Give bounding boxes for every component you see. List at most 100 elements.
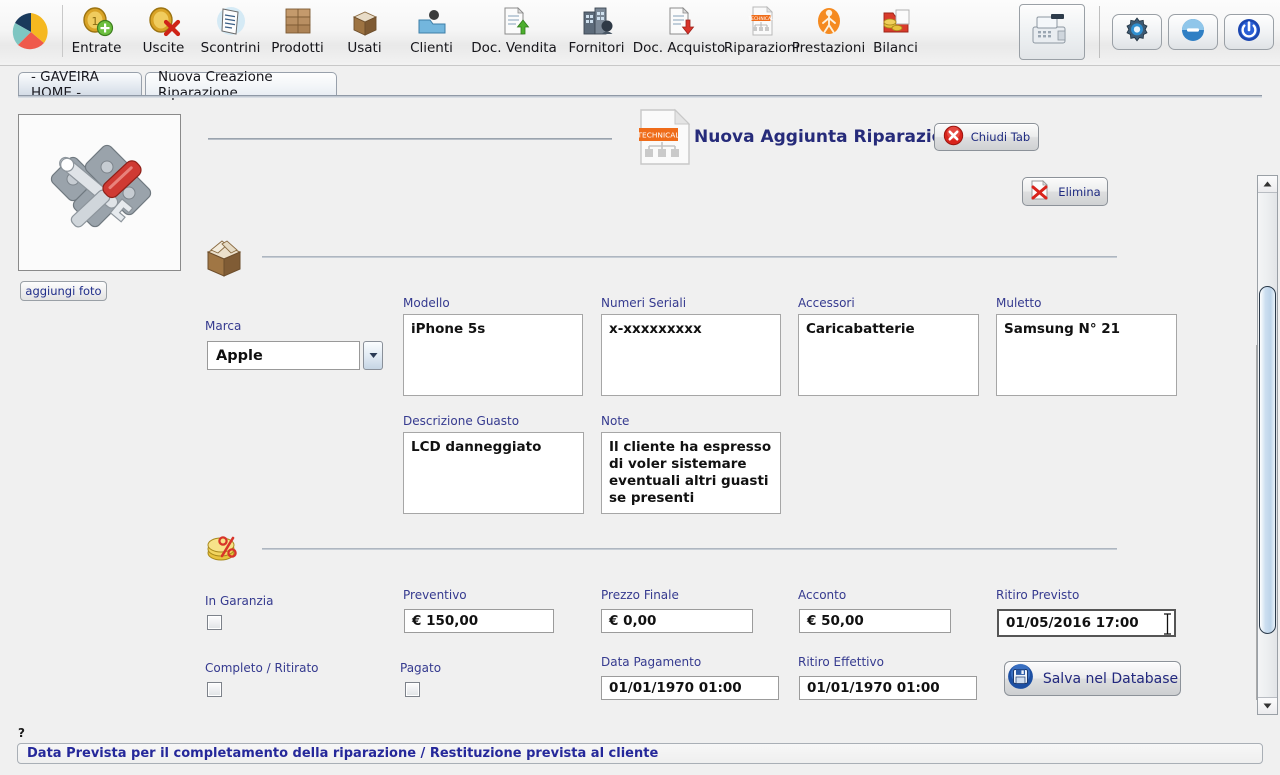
settings-button[interactable] (1112, 14, 1162, 50)
floppy-disk-icon (1007, 663, 1034, 694)
toolbar-item-doc-acquisto[interactable]: Doc. Acquisto (630, 0, 728, 62)
receipt-icon (214, 3, 248, 39)
acconto-field[interactable]: € 50,00 (799, 609, 951, 633)
payment-section-rule (262, 548, 1117, 550)
tab-bar: - GAVEIRA HOME - Nuova Creazione Riparaz… (0, 66, 1280, 101)
toolbar-items: 1 Entrate Uscite Scontrini Prodotti Usat… (63, 0, 929, 64)
toolbar-item-label: Riparazioni (723, 40, 800, 56)
scrollbar-thumb[interactable] (1259, 286, 1276, 634)
scroll-up-icon[interactable] (1258, 176, 1277, 193)
note-field[interactable]: Il cliente ha espresso di voler sistemar… (601, 432, 781, 514)
save-label: Salva nel Database (1042, 670, 1179, 687)
application-window: 1 Entrate Uscite Scontrini Prodotti Usat… (0, 0, 1280, 775)
technical-document-icon: TECHNICAL (745, 3, 779, 39)
status-bar: Data Prevista per il completamento della… (17, 743, 1263, 764)
toolbar-item-uscite[interactable]: Uscite (130, 0, 197, 62)
toolbar-item-bilanci[interactable]: Bilanci (862, 0, 929, 62)
marca-combobox[interactable]: Apple (207, 341, 383, 370)
tab-gaveira-home[interactable]: - GAVEIRA HOME - (18, 69, 142, 101)
chevron-down-icon[interactable] (363, 341, 383, 370)
toolbar-item-prestazioni[interactable]: Prestazioni (791, 0, 866, 62)
descrizione-guasto-field[interactable]: LCD danneggiato (403, 432, 584, 514)
boxes-stack-icon (281, 3, 315, 39)
scroll-down-icon[interactable] (1258, 697, 1277, 714)
toolbar-item-label: Bilanci (873, 40, 918, 56)
toolbar-item-label: Fornitori (568, 40, 625, 56)
cash-register-button[interactable] (1019, 4, 1085, 60)
toolbar-item-label: Doc. Acquisto (632, 40, 726, 56)
page-delete-icon (1029, 179, 1051, 205)
tab-nuova-creazione-riparazione[interactable]: Nuova Creazione Riparazione (145, 69, 337, 101)
wrench-screwdriver-tools-icon (34, 128, 166, 258)
note-label: Note (601, 414, 630, 428)
ritiro-effettivo-label: Ritiro Effettivo (798, 655, 884, 669)
help-marker: ? (18, 726, 25, 740)
toolbar-divider (1099, 6, 1100, 58)
open-box-icon (348, 3, 382, 39)
toolbar-item-usati[interactable]: Usati (331, 0, 398, 62)
add-photo-button[interactable]: aggiungi foto (20, 281, 107, 301)
svg-text:TECHNICAL: TECHNICAL (747, 16, 773, 22)
toolbar-item-clienti[interactable]: Clienti (398, 0, 465, 62)
clients-folder-icon (415, 3, 449, 39)
page-title: Nuova Aggiunta Riparazione (694, 127, 967, 147)
app-logo (0, 0, 62, 64)
orange-person-icon (812, 3, 846, 39)
delete-label: Elimina (1058, 184, 1101, 199)
header-rule (208, 138, 612, 140)
close-tab-label: Chiudi Tab (970, 130, 1031, 144)
toolbar-item-prodotti[interactable]: Prodotti (264, 0, 331, 62)
vertical-scrollbar[interactable] (1257, 175, 1278, 715)
technical-document-icon: TECHNICAL (637, 108, 693, 170)
device-section-rule (262, 256, 1117, 258)
toolbar-item-label: Entrate (71, 40, 122, 56)
marca-label: Marca (205, 319, 242, 333)
toolbar-item-riparazioni[interactable]: TECHNICAL Riparazioni (724, 0, 799, 62)
close-tab-button[interactable]: Chiudi Tab (934, 123, 1039, 151)
toolbar-item-label: Usati (347, 40, 382, 56)
toolbar-item-label: Uscite (142, 40, 185, 56)
accessori-field[interactable]: Caricabatterie (798, 314, 979, 396)
numeri-seriali-label: Numeri Seriali (601, 296, 687, 310)
ritiro-effettivo-field[interactable]: 01/01/1970 01:00 (799, 676, 977, 700)
text-cursor-icon (1162, 613, 1173, 639)
coin-delete-icon (147, 3, 181, 39)
toolbar-item-scontrini[interactable]: Scontrini (197, 0, 264, 62)
prezzo-finale-label: Prezzo Finale (601, 588, 679, 602)
suppliers-icon (580, 3, 614, 39)
toolbar-item-label: Clienti (410, 40, 453, 56)
acconto-label: Acconto (798, 588, 847, 602)
delete-button[interactable]: Elimina (1022, 177, 1108, 206)
red-x-circle-icon (943, 125, 964, 150)
toolbar-item-label: Doc. Vendita (471, 40, 557, 56)
document-down-icon (662, 3, 696, 39)
completo-ritirato-checkbox[interactable] (207, 682, 222, 697)
document-up-icon (497, 3, 531, 39)
tab-underline (18, 95, 1262, 98)
ritiro-previsto-field[interactable]: 01/05/2016 17:00 (997, 609, 1176, 637)
muletto-field[interactable]: Samsung N° 21 (996, 314, 1177, 396)
add-photo-label: aggiungi foto (25, 284, 102, 298)
toolbar-item-entrate[interactable]: 1 Entrate (63, 0, 130, 62)
power-icon (1235, 16, 1263, 48)
pagato-checkbox[interactable] (405, 682, 420, 697)
prezzo-finale-field[interactable]: € 0,00 (601, 609, 753, 633)
toolbar-item-label: Prodotti (271, 40, 324, 56)
coin-add-icon: 1 (80, 3, 114, 39)
numeri-seriali-field[interactable]: x-xxxxxxxxx (601, 314, 781, 396)
data-pagamento-field[interactable]: 01/01/1970 01:00 (601, 676, 779, 700)
save-to-database-button[interactable]: Salva nel Database (1004, 661, 1181, 696)
toolbar-item-label: Prestazioni (791, 40, 866, 56)
money-folder-icon (879, 3, 913, 39)
repair-photo-box[interactable] (18, 114, 181, 271)
modello-field[interactable]: iPhone 5s (403, 314, 583, 396)
in-garanzia-checkbox[interactable] (207, 615, 222, 630)
in-garanzia-label: In Garanzia (205, 594, 274, 608)
toolbar-item-doc-vendita[interactable]: Doc. Vendita (465, 0, 563, 62)
minimize-button[interactable] (1168, 14, 1218, 50)
toolbar-item-fornitori[interactable]: Fornitori (563, 0, 630, 62)
preventivo-field[interactable]: € 150,00 (404, 609, 554, 633)
preventivo-label: Preventivo (403, 588, 467, 602)
power-button[interactable] (1224, 14, 1274, 50)
svg-text:TECHNICAL: TECHNICAL (637, 131, 680, 140)
